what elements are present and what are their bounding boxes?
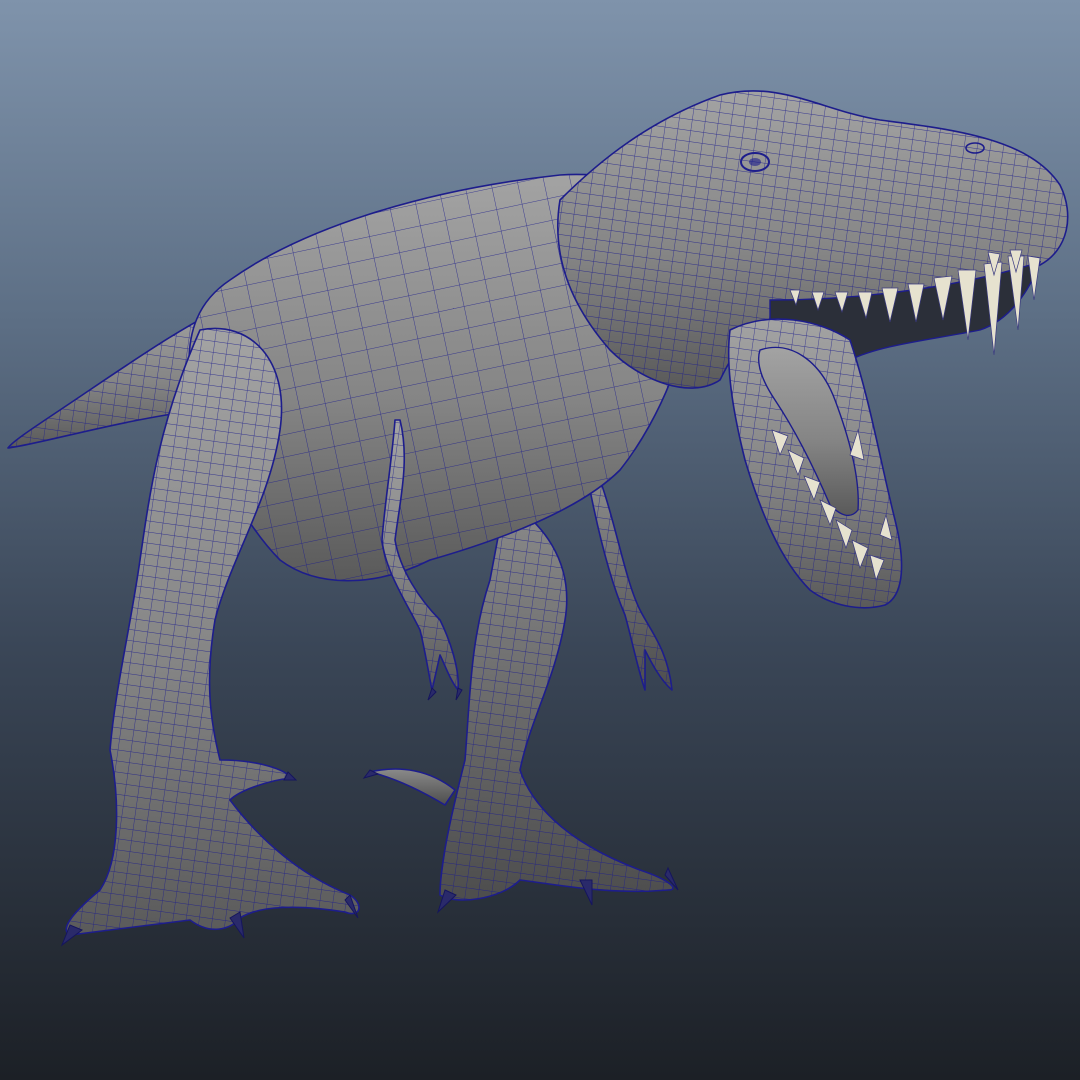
3d-viewport[interactable] [0,0,1080,1080]
dinosaur-model[interactable] [0,0,1080,1080]
far-arm [589,479,673,691]
